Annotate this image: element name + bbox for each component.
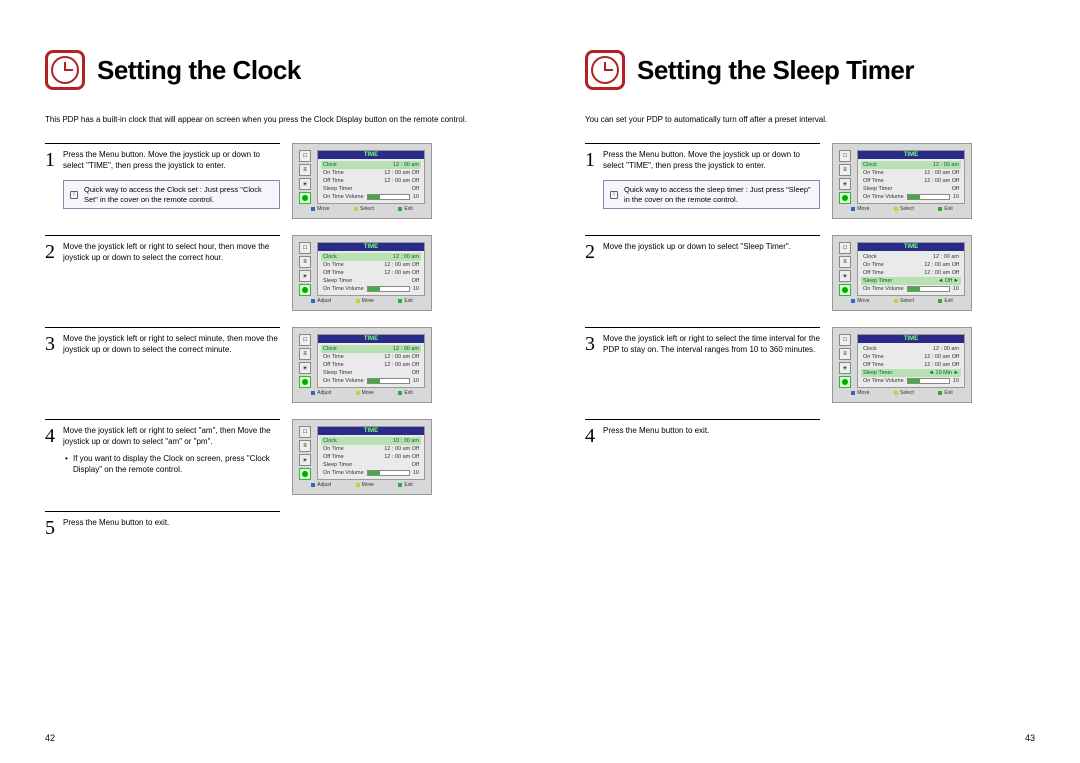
step-number: 3 xyxy=(45,334,55,356)
bullet-note: If you want to display the Clock on scre… xyxy=(63,454,280,476)
step-row: 3 Move the joystick left or right to sel… xyxy=(45,327,495,403)
step-number: 4 xyxy=(585,426,595,446)
page-42: Setting the Clock This PDP has a built-i… xyxy=(0,0,540,763)
steps-left: 1 Press the Menu button. Move the joysti… xyxy=(45,143,495,538)
steps-right: 1 Press the Menu button. Move the joysti… xyxy=(585,143,1035,446)
osd-side-icon: ☀ xyxy=(299,178,311,190)
step-text: Move the joystick up or down to select "… xyxy=(603,242,820,262)
osd-side-icon: □ xyxy=(839,242,851,254)
osd-side-icon xyxy=(839,192,851,204)
step-row: 3 Move the joystick left or right to sel… xyxy=(585,327,1035,403)
step-row: 1 Press the Menu button. Move the joysti… xyxy=(585,143,1035,219)
osd-side-icon: ≡ xyxy=(299,440,311,452)
tip-box: !Quick way to access the Clock set : Jus… xyxy=(63,180,280,210)
osd-screenshot: □≡☀ TIME Clock12 : 00 amOn Time12 : 00 a… xyxy=(292,327,432,403)
osd-screenshot: □≡☀ TIME Clock10 : 30 amOn Time12 : 00 a… xyxy=(292,419,432,495)
osd-side-icon: ☀ xyxy=(299,454,311,466)
osd-side-icon: □ xyxy=(299,242,311,254)
page-number-left: 42 xyxy=(45,733,55,743)
step-number: 3 xyxy=(585,334,595,356)
osd-side-icon: ☀ xyxy=(839,178,851,190)
step-number: 2 xyxy=(585,242,595,262)
tip-box: !Quick way to access the sleep timer : J… xyxy=(603,180,820,210)
step-text: Move the joystick left or right to selec… xyxy=(63,426,280,475)
osd-side-icon xyxy=(299,192,311,204)
osd-side-icon xyxy=(839,284,851,296)
intro-right: You can set your PDP to automatically tu… xyxy=(585,114,1035,125)
step-text: Move the joystick left or right to selec… xyxy=(63,334,280,356)
step-text: Move the joystick left or right to selec… xyxy=(63,242,280,264)
step-number: 2 xyxy=(45,242,55,264)
osd-screenshot: □≡☀ TIME Clock12 : 00 amOn Time12 : 00 a… xyxy=(292,143,432,219)
osd-side-icon: □ xyxy=(839,334,851,346)
page-title-left: Setting the Clock xyxy=(97,55,301,86)
step-number: 5 xyxy=(45,518,55,538)
osd-side-icon: ≡ xyxy=(299,164,311,176)
step-text: Press the Menu button. Move the joystick… xyxy=(63,150,280,209)
osd-side-icon: ≡ xyxy=(839,164,851,176)
step-row: 5 Press the Menu button to exit. xyxy=(45,511,495,538)
step-text: Press the Menu button. Move the joystick… xyxy=(603,150,820,209)
osd-side-icon: ≡ xyxy=(839,348,851,360)
info-icon: ! xyxy=(70,191,78,199)
step-number: 4 xyxy=(45,426,55,475)
page-43: Setting the Sleep Timer You can set your… xyxy=(540,0,1080,763)
osd-screenshot: □≡☀ TIME Clock12 : 00 amOn Time12 : 00 a… xyxy=(292,235,432,311)
step-row: 1 Press the Menu button. Move the joysti… xyxy=(45,143,495,219)
info-icon: ! xyxy=(610,191,618,199)
osd-side-icon xyxy=(839,376,851,388)
osd-side-icon xyxy=(299,376,311,388)
osd-side-icon: □ xyxy=(299,426,311,438)
step-row: 4 Press the Menu button to exit. xyxy=(585,419,1035,446)
osd-side-icon xyxy=(299,284,311,296)
osd-side-icon: ☀ xyxy=(299,362,311,374)
osd-side-icon: ☀ xyxy=(299,270,311,282)
osd-side-icon: ≡ xyxy=(839,256,851,268)
step-text: Move the joystick left or right to selec… xyxy=(603,334,820,356)
step-number: 1 xyxy=(585,150,595,209)
step-text: Press the Menu button to exit. xyxy=(603,426,820,446)
step-number: 1 xyxy=(45,150,55,209)
page-number-right: 43 xyxy=(1025,733,1035,743)
osd-screenshot: □≡☀ TIME Clock12 : 00 amOn Time12 : 00 a… xyxy=(832,143,972,219)
osd-screenshot: □≡☀ TIME Clock12 : 00 amOn Time12 : 00 a… xyxy=(832,235,972,311)
clock-icon xyxy=(585,50,625,90)
osd-side-icon: □ xyxy=(299,150,311,162)
osd-side-icon: ≡ xyxy=(299,348,311,360)
step-row: 2 Move the joystick left or right to sel… xyxy=(45,235,495,311)
step-row: 4 Move the joystick left or right to sel… xyxy=(45,419,495,495)
osd-side-icon: □ xyxy=(299,334,311,346)
osd-side-icon: ≡ xyxy=(299,256,311,268)
step-row: 2 Move the joystick up or down to select… xyxy=(585,235,1035,311)
intro-left: This PDP has a built-in clock that will … xyxy=(45,114,495,125)
clock-icon xyxy=(45,50,85,90)
osd-side-icon xyxy=(299,468,311,480)
page-title-right: Setting the Sleep Timer xyxy=(637,55,914,86)
step-text: Press the Menu button to exit. xyxy=(63,518,280,538)
osd-side-icon: ☀ xyxy=(839,362,851,374)
osd-side-icon: ☀ xyxy=(839,270,851,282)
header-right: Setting the Sleep Timer xyxy=(585,50,1035,90)
osd-screenshot: □≡☀ TIME Clock12 : 00 amOn Time12 : 00 a… xyxy=(832,327,972,403)
header-left: Setting the Clock xyxy=(45,50,495,90)
osd-side-icon: □ xyxy=(839,150,851,162)
